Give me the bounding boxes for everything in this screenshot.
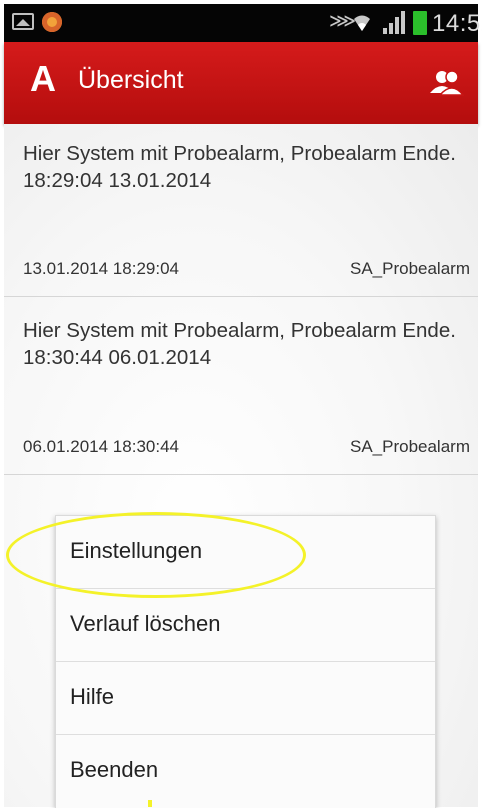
battery-icon — [413, 11, 427, 35]
message-date: 06.01.2014 18:30:44 — [23, 437, 179, 456]
message-date: 13.01.2014 18:29:04 — [23, 259, 179, 278]
list-item[interactable]: Hier System mit Probealarm, Probealarm E… — [4, 124, 478, 297]
contacts-icon[interactable] — [428, 69, 464, 97]
wifi-icon — [354, 15, 370, 31]
app-logo[interactable]: A — [30, 58, 56, 100]
annotation-mark — [148, 800, 152, 807]
message-text: Hier System mit Probealarm, Probealarm E… — [23, 319, 456, 369]
menu-item-label: Beenden — [70, 757, 159, 782]
status-bar: ⋙ 14:52 — [4, 4, 482, 42]
list-item[interactable]: Hier System mit Probealarm, Probealarm E… — [4, 297, 478, 475]
signal-icon — [383, 11, 405, 34]
menu-item-help[interactable]: Hilfe — [56, 662, 435, 735]
app-bar: A Übersicht — [4, 42, 478, 124]
menu-item-label: Hilfe — [70, 684, 115, 709]
gallery-icon — [12, 13, 34, 30]
app-notification-icon — [42, 12, 62, 32]
message-source: SA_Probealarm — [349, 259, 470, 278]
message-source: SA_Probealarm — [349, 437, 470, 456]
menu-item-clear-history[interactable]: Verlauf löschen — [56, 589, 435, 662]
page-title: Übersicht — [78, 66, 184, 94]
menu-item-exit[interactable]: Beenden — [56, 735, 435, 808]
message-text: Hier System mit Probealarm, Probealarm E… — [23, 142, 456, 192]
clock: 14:52 — [432, 10, 482, 37]
menu-item-label: Verlauf löschen — [70, 611, 221, 636]
highlight-annotation — [6, 512, 306, 598]
